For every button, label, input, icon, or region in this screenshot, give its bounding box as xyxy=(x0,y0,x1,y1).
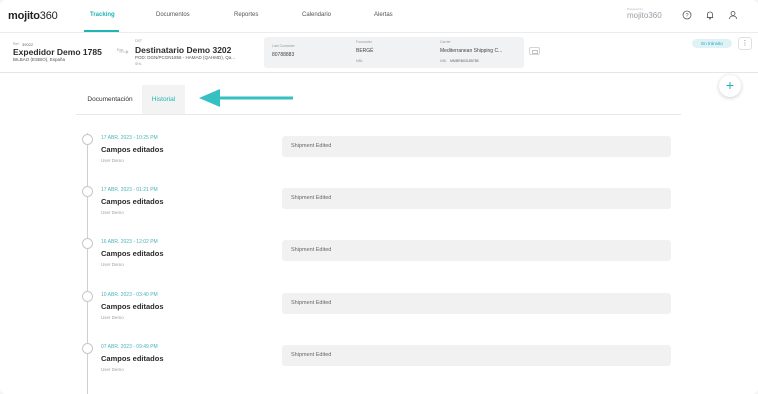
timeline-item: 17 ABR. 2023 - 10:25 PM Campos editados … xyxy=(0,134,758,186)
timeline-title: Campos editados xyxy=(101,145,164,154)
consignee-name: Destinatario Demo 3202 xyxy=(135,45,232,55)
timeline-dot xyxy=(82,343,93,354)
carrier-value: Mediterranean Shipping C... xyxy=(440,48,503,54)
timeline-detail-text: Shipment Edited xyxy=(291,195,332,201)
swap-icon xyxy=(532,49,538,54)
timeline-dot xyxy=(82,186,93,197)
timeline-detail-text: Shipment Edited xyxy=(291,352,332,358)
bell-icon[interactable] xyxy=(705,10,715,20)
timeline-detail-text: Shipment Edited xyxy=(291,247,332,253)
active-tab-indicator xyxy=(84,30,119,32)
timeline-date: 10 ABR. 2023 - 03:40 PM xyxy=(101,292,158,298)
timeline-date: 07 ABR. 2023 - 09:49 PM xyxy=(101,344,158,350)
carrier-label: Carrier xyxy=(440,40,451,44)
timeline-detail-text: Shipment Edited xyxy=(291,143,332,149)
timeline-dot xyxy=(82,134,93,145)
timeline-title: Campos editados xyxy=(101,249,164,258)
timeline-date: 16 ABR. 2023 - 12:02 PM xyxy=(101,239,158,245)
tab-documentacion[interactable]: Documentación xyxy=(80,85,140,114)
user-icon[interactable] xyxy=(728,10,738,20)
nav-alertas[interactable]: Alertas xyxy=(374,12,393,18)
timeline-item: 07 ABR. 2023 - 09:49 PM Campos editados … xyxy=(0,343,758,394)
route-arrow-icon xyxy=(119,50,129,54)
last-container-value: 80788883 xyxy=(272,52,295,58)
forwarder-label: Forwarder xyxy=(356,40,372,44)
forwarder-value: BERGÉ xyxy=(356,48,374,54)
ref-label: Ref: xyxy=(13,42,20,46)
timeline-user: User Demo xyxy=(101,262,124,267)
carrier-sub-value: MMBRB03185785 xyxy=(450,59,479,63)
timeline-detail: Shipment Edited xyxy=(282,188,671,209)
ref-value: 39022 xyxy=(22,41,34,47)
timeline-user: User Demo xyxy=(101,158,124,163)
top-nav: mojito360 Tracking Documentos Reportes C… xyxy=(0,0,758,33)
forwarder-sub: MBL xyxy=(356,59,364,63)
timeline-date: 17 ABR. 2023 - 10:25 PM xyxy=(101,135,158,141)
timeline-item: 17 ABR. 2023 - 01:21 PM Campos editados … xyxy=(0,186,758,238)
swap-button[interactable] xyxy=(529,47,540,55)
timeline-title: Campos editados xyxy=(101,354,164,363)
consignee-label: DST xyxy=(135,39,142,43)
timeline-user: User Demo xyxy=(101,315,124,320)
timeline-item: 10 ABR. 2023 - 03:40 PM Campos editados … xyxy=(0,291,758,343)
shipper-name: Expedidor Demo 1785 xyxy=(13,47,102,57)
app-window: mojito360 Tracking Documentos Reportes C… xyxy=(0,0,758,394)
timeline-item: 16 ABR. 2023 - 12:02 PM Campos editados … xyxy=(0,238,758,290)
partner-brand-text: mojito360 xyxy=(627,11,662,20)
nav-tracking[interactable]: Tracking xyxy=(90,12,115,18)
timeline-detail: Shipment Edited xyxy=(282,240,671,261)
help-icon[interactable]: ? xyxy=(682,10,692,20)
logo-suffix: 360 xyxy=(39,10,58,22)
svg-text:?: ? xyxy=(685,13,688,19)
nav-documentos[interactable]: Documentos xyxy=(156,12,190,18)
timeline-user: User Demo xyxy=(101,367,124,372)
kebab-icon[interactable]: ⋮ xyxy=(738,37,752,50)
partner-brand-caption: Powered by xyxy=(627,7,643,11)
last-container-label: Last Container xyxy=(272,44,295,48)
timeline-detail: Shipment Edited xyxy=(282,136,671,157)
tab-historial[interactable]: Historial xyxy=(142,85,185,114)
shipper-location: BILBAO (ESBIO), España xyxy=(13,57,66,62)
shipment-details-box: Last Container 80788883 Forwarder BERGÉ … xyxy=(264,37,524,68)
ship-label: SHL xyxy=(135,62,142,66)
timeline-title: Campos editados xyxy=(101,197,164,206)
annotation-arrow-icon xyxy=(199,89,293,107)
timeline-title: Campos editados xyxy=(101,302,164,311)
timeline-detail-text: Shipment Edited xyxy=(291,300,332,306)
timeline-dot xyxy=(82,291,93,302)
timeline-date: 17 ABR. 2023 - 01:21 PM xyxy=(101,187,158,193)
timeline-user: User Demo xyxy=(101,210,124,215)
shipment-header: Ref: 39022 Expedidor Demo 1785 BILBAO (E… xyxy=(0,33,758,73)
partner-brand: Powered by mojito360 xyxy=(627,7,662,20)
app-logo[interactable]: mojito360 xyxy=(8,10,58,22)
timeline-detail: Shipment Edited xyxy=(282,293,671,314)
logo-text: mojito xyxy=(8,10,40,22)
route-text: POD: DGN/PCGN1856 - HAMAD (QAHMD), Qa... xyxy=(135,55,236,60)
nav-reportes[interactable]: Reportes xyxy=(234,12,258,18)
carrier-sub-label: MBL xyxy=(440,59,448,63)
add-button[interactable]: + xyxy=(719,75,741,97)
timeline-detail: Shipment Edited xyxy=(282,345,671,366)
status-badge: En tránsito xyxy=(692,39,732,48)
detail-tabs: Documentación Historial xyxy=(76,85,681,115)
nav-calendario[interactable]: Calendario xyxy=(302,12,331,18)
timeline-dot xyxy=(82,238,93,249)
